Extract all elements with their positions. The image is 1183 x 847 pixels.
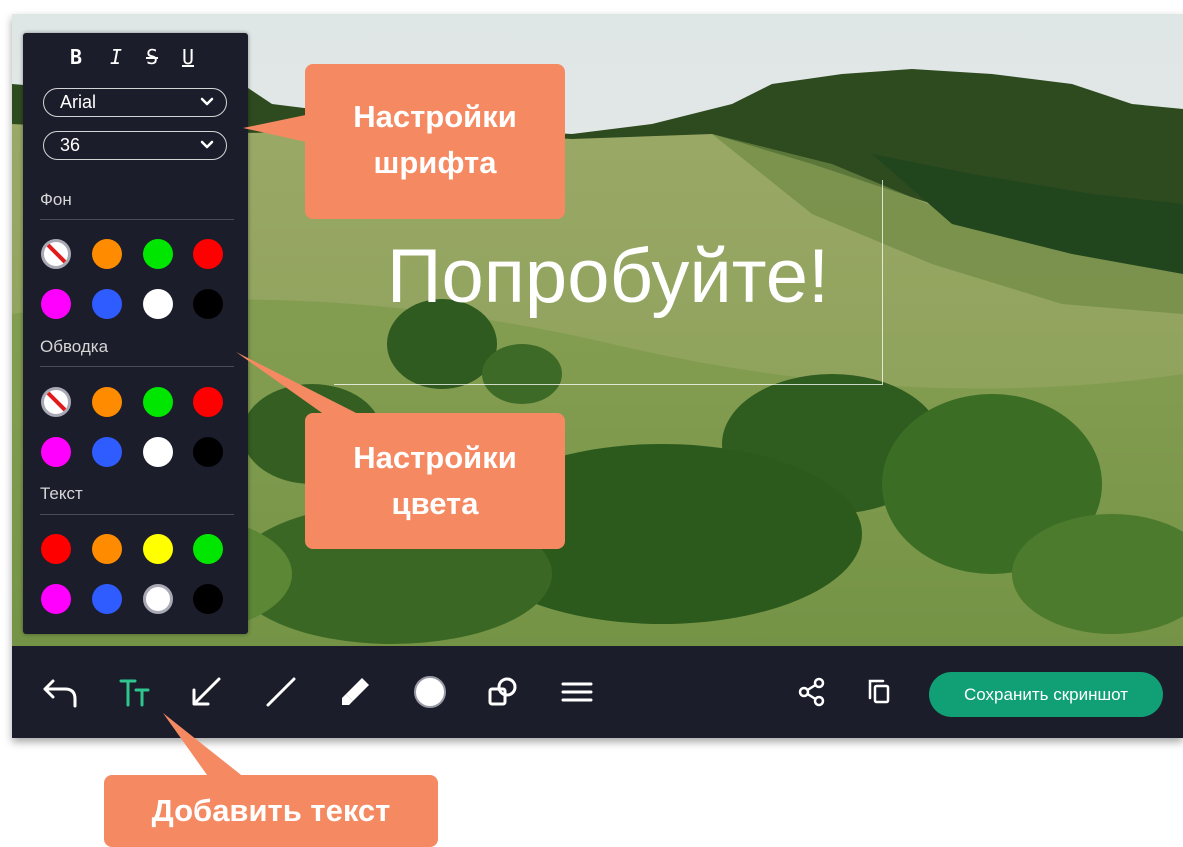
marker-tool-button[interactable] [335, 672, 375, 712]
color-swatch[interactable] [193, 437, 223, 467]
color-swatch[interactable] [193, 584, 223, 614]
copy-icon [868, 679, 890, 704]
undo-button[interactable] [41, 672, 81, 712]
color-swatch[interactable] [41, 534, 71, 564]
no-color-swatch[interactable] [41, 387, 71, 417]
divider [40, 219, 234, 220]
copy-button[interactable] [859, 672, 899, 712]
text-tool-button[interactable] [115, 672, 155, 712]
undo-icon [43, 679, 77, 708]
color-swatch[interactable] [193, 534, 223, 564]
text-settings-panel: B I S U Arial 36 Фон Обводка Текст [23, 33, 248, 634]
color-swatch[interactable] [92, 387, 122, 417]
shapes-tool-button[interactable] [483, 672, 523, 712]
color-swatch[interactable] [143, 534, 173, 564]
font-family-select[interactable]: Arial [43, 88, 227, 117]
color-swatch[interactable] [92, 534, 122, 564]
color-swatch[interactable] [143, 437, 173, 467]
font-size-value: 36 [60, 135, 81, 155]
color-swatch[interactable] [92, 289, 122, 319]
color-swatch[interactable] [143, 289, 173, 319]
add-text-callout: Добавить текст [104, 775, 438, 847]
color-swatch[interactable] [143, 239, 173, 269]
color-swatch[interactable] [193, 289, 223, 319]
color-settings-callout: Настройки цвета [305, 413, 565, 549]
canvas-text[interactable]: Попробуйте! [334, 232, 882, 322]
color-swatch[interactable] [92, 584, 122, 614]
save-screenshot-button[interactable]: Сохранить скриншот [929, 672, 1163, 717]
share-button[interactable] [792, 672, 832, 712]
color-picker-button[interactable] [410, 672, 450, 712]
font-size-select[interactable]: 36 [43, 131, 227, 160]
color-swatch[interactable] [193, 387, 223, 417]
divider [40, 514, 234, 515]
line-tool-icon [266, 677, 296, 707]
marker-tool-icon [342, 678, 369, 705]
font-settings-callout: Настройки шрифта [305, 64, 565, 219]
chevron-down-icon [200, 97, 214, 106]
arrow-tool-icon [192, 677, 221, 706]
color-swatch[interactable] [41, 584, 71, 614]
divider [40, 366, 234, 367]
shapes-tool-icon [488, 677, 517, 706]
text-tool-icon [119, 679, 150, 707]
color-swatch[interactable] [41, 437, 71, 467]
chevron-down-icon [200, 140, 214, 149]
menu-icon [561, 682, 593, 702]
strikethrough-button[interactable]: S [140, 43, 164, 71]
outline-section-label: Обводка [40, 337, 109, 356]
color-swatch[interactable] [193, 239, 223, 269]
no-color-swatch[interactable] [41, 239, 71, 269]
italic-button[interactable]: I [104, 43, 128, 71]
color-swatch[interactable] [92, 437, 122, 467]
share-icon [798, 677, 825, 707]
color-swatch[interactable] [143, 387, 173, 417]
color-swatch[interactable] [41, 289, 71, 319]
background-section-label: Фон [40, 190, 72, 209]
font-family-value: Arial [60, 92, 97, 112]
bottom-toolbar: Сохранить скриншот [12, 646, 1183, 738]
color-swatch[interactable] [143, 584, 173, 614]
color-picker-icon [414, 676, 446, 708]
underline-button[interactable]: U [176, 43, 200, 71]
bold-button[interactable]: B [64, 43, 88, 71]
color-swatch[interactable] [92, 239, 122, 269]
text-section-label: Текст [40, 484, 83, 503]
line-tool-button[interactable] [261, 672, 301, 712]
arrow-tool-button[interactable] [186, 672, 226, 712]
menu-button[interactable] [557, 672, 597, 712]
